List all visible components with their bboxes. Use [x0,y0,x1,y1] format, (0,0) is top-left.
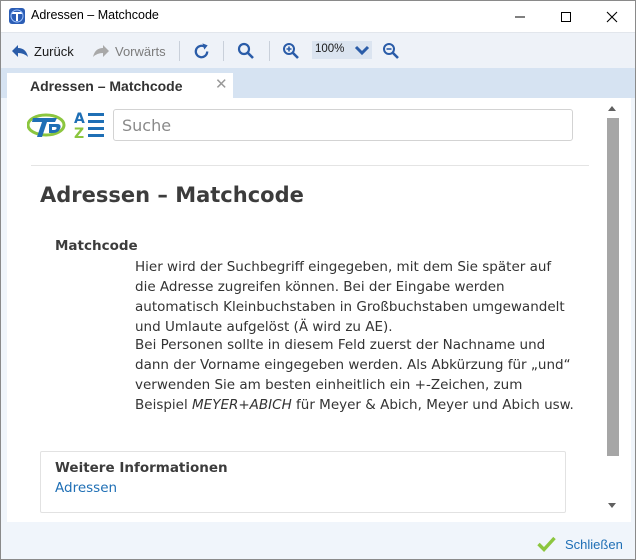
window-title: Adressen – Matchcode [31,8,159,22]
tab-strip: Adressen – Matchcode ✕ [1,68,635,98]
refresh-button[interactable] [192,33,211,69]
toolbar-separator [269,41,270,61]
maximize-icon [561,12,571,22]
scroll-thumb[interactable] [607,118,619,456]
toolbar-separator [223,41,224,61]
back-button[interactable]: Zurück [11,33,74,69]
toolbar-separator [179,41,180,61]
window-close-button[interactable] [589,1,635,32]
az-letter-a: A [74,111,85,127]
divider [31,165,589,166]
forward-arrow-icon [93,45,109,57]
tab-close-icon[interactable]: ✕ [215,75,228,93]
minimize-icon [515,16,525,18]
content-area: A Z Adressen – Matchcode Matchcode Hier … [7,98,631,522]
az-letter-z: Z [74,126,84,140]
forward-button[interactable]: Vorwärts [92,33,166,69]
title-bar: Adressen – Matchcode [1,1,635,32]
scroll-down-icon[interactable] [607,502,617,510]
app-icon [9,8,25,24]
back-arrow-icon [12,45,28,57]
refresh-icon [194,42,209,58]
close-button[interactable]: Schließen [537,534,623,554]
adressen-link[interactable]: Adressen [55,480,117,496]
checkmark-icon [537,536,556,552]
paragraph-text: für Meyer & Abich, Meyer und Abich usw. [291,397,574,413]
minimize-button[interactable] [497,1,543,32]
description-paragraph: Hier wird der Suchbegriff eingegeben, mi… [135,259,565,335]
zoom-in-button[interactable] [282,33,300,69]
example-text: MEYER+ABICH [192,397,292,413]
footer: Schließen [1,522,635,559]
scroll-up-icon[interactable] [607,104,617,112]
search-input[interactable] [113,109,573,141]
zoom-out-button[interactable] [382,33,400,69]
tab-adressen-matchcode[interactable]: Adressen – Matchcode ✕ [7,73,233,98]
more-info-box: Weitere Informationen Adressen [40,451,566,513]
forward-label: Vorwärts [115,43,166,59]
logo-icon [26,110,67,144]
az-sort-icon[interactable]: A Z [73,110,107,144]
vertical-scrollbar[interactable] [603,98,621,522]
toolbar: Zurück Vorwärts 100% [1,32,635,69]
tab-label: Adressen – Matchcode [30,78,183,94]
maximize-button[interactable] [543,1,589,32]
page-title: Adressen – Matchcode [40,183,304,207]
back-label: Zurück [34,43,74,59]
zoom-value: 100% [315,43,345,55]
description-paragraph: Bei Personen sollte in diesem Feld zuers… [135,335,575,415]
close-label: Schließen [565,536,623,552]
close-icon [606,11,618,23]
zoom-select[interactable]: 100% [312,41,372,59]
zoom-out-icon [383,43,399,59]
more-info-title: Weitere Informationen [55,460,228,476]
help-window: Adressen – Matchcode Zurück Vorwärts 100… [0,0,636,560]
chevron-down-icon [354,45,370,56]
zoom-in-icon [283,43,299,59]
search-icon [237,42,254,59]
field-name: Matchcode [55,238,138,254]
search-button[interactable] [237,33,255,69]
